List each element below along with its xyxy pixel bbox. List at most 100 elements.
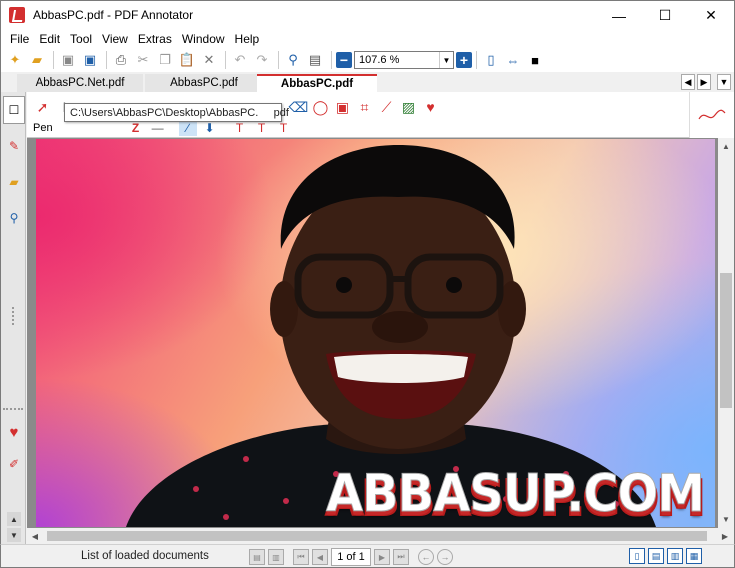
fit-page-icon[interactable]: ▯ bbox=[481, 50, 501, 70]
maximize-button[interactable]: ☐ bbox=[642, 1, 688, 30]
delete-icon[interactable]: ✕ bbox=[199, 50, 219, 70]
two-page-view-icon[interactable]: ▥ bbox=[667, 548, 683, 564]
document-tabs: AbbasPC.Net.pdf AbbasPC.pdf AbbasPC.pdf … bbox=[0, 72, 735, 92]
eraser-icon[interactable]: ⌫ bbox=[289, 97, 309, 117]
highlighter-icon[interactable]: ✐ bbox=[3, 450, 25, 478]
pen-color-icon[interactable]: Z bbox=[127, 120, 145, 136]
scroll-left-icon[interactable]: ◀ bbox=[27, 528, 43, 544]
page-thumbnail-icon[interactable]: ☐ bbox=[3, 96, 25, 124]
single-page-view-icon[interactable]: ▯ bbox=[629, 548, 645, 564]
folder-icon[interactable]: ▰ bbox=[3, 168, 25, 196]
pen-stroke-preview-icon bbox=[698, 109, 726, 120]
pen-annotation-icon[interactable]: ✎ bbox=[3, 132, 25, 160]
chevron-down-icon[interactable]: ▼ bbox=[439, 52, 453, 68]
attachment-icon[interactable]: ⚲ bbox=[3, 204, 25, 232]
save-icon[interactable]: ▣ bbox=[58, 50, 78, 70]
separator bbox=[106, 51, 107, 69]
back-icon[interactable]: ← bbox=[418, 549, 434, 565]
next-page-icon[interactable]: ▶ bbox=[374, 549, 390, 565]
crop-icon[interactable]: ⌗ bbox=[355, 97, 374, 117]
pen-label: Pen bbox=[33, 122, 53, 134]
scroll-down-icon[interactable]: ▼ bbox=[718, 511, 734, 528]
scroll-thumb[interactable] bbox=[47, 531, 707, 541]
search-binoculars-icon[interactable]: ⚲ bbox=[283, 50, 303, 70]
scroll-up-icon[interactable]: ▲ bbox=[718, 138, 734, 155]
cut-icon[interactable]: ✂ bbox=[133, 50, 153, 70]
zoom-select[interactable]: 107.6 % ▼ bbox=[354, 51, 454, 69]
title-bar: AbbasPC.pdf - PDF Annotator — ☐ ✕ bbox=[0, 0, 735, 29]
chevron-right-icon[interactable]: ▶ bbox=[697, 74, 711, 90]
document-view[interactable]: ABBASUP.COM bbox=[27, 138, 718, 528]
last-page-icon[interactable]: ⏭ bbox=[393, 549, 409, 565]
insert-image-icon[interactable]: ▨ bbox=[399, 97, 418, 117]
fullscreen-icon[interactable]: ■ bbox=[525, 50, 545, 70]
squiggly-icon[interactable]: T bbox=[253, 120, 271, 136]
zoom-out-button[interactable]: − bbox=[336, 52, 352, 68]
separator bbox=[3, 408, 23, 410]
redo-icon[interactable]: ↷ bbox=[252, 50, 272, 70]
grid-view-icon[interactable]: ▦ bbox=[686, 548, 702, 564]
menu-tool[interactable]: Tool bbox=[65, 32, 97, 46]
print-icon[interactable]: ⎙ bbox=[111, 50, 131, 70]
undo-icon[interactable]: ↶ bbox=[230, 50, 250, 70]
paste-icon[interactable]: 📋 bbox=[177, 50, 197, 70]
vertical-scrollbar[interactable]: ▲ ▼ bbox=[718, 138, 735, 528]
favorite-heart-icon[interactable]: ♥ bbox=[3, 418, 25, 446]
close-button[interactable]: ✕ bbox=[688, 1, 734, 30]
copy-icon[interactable]: ❐ bbox=[155, 50, 175, 70]
camera-icon[interactable]: ▣ bbox=[333, 97, 352, 117]
forward-icon[interactable]: → bbox=[437, 549, 453, 565]
stamp-heart-icon[interactable]: ♥ bbox=[421, 97, 440, 117]
download-icon[interactable]: ⬇ bbox=[201, 120, 219, 136]
menu-view[interactable]: View bbox=[97, 32, 133, 46]
chevron-left-icon[interactable]: ◀ bbox=[681, 74, 695, 90]
page-layout-icon[interactable]: ▤ bbox=[305, 50, 325, 70]
status-bar: List of loaded documents ▤ ▥ ⏮ ◀ 1 of 1 … bbox=[0, 544, 735, 568]
pen-preview bbox=[689, 92, 735, 138]
separator bbox=[476, 51, 477, 69]
status-text: List of loaded documents bbox=[81, 550, 209, 562]
zoom-in-button[interactable]: + bbox=[456, 52, 472, 68]
tab-abbaspc-active[interactable]: AbbasPC.pdf bbox=[257, 74, 377, 92]
document-add-icon[interactable]: ▥ bbox=[268, 549, 284, 565]
scroll-right-icon[interactable]: ▶ bbox=[717, 528, 733, 544]
minimize-button[interactable]: — bbox=[596, 1, 642, 30]
horizontal-scrollbar[interactable]: ◀ ▶ bbox=[27, 528, 735, 544]
fit-width-icon[interactable]: ⇔ bbox=[503, 50, 523, 70]
menu-edit[interactable]: Edit bbox=[34, 32, 65, 46]
scroll-thumb[interactable] bbox=[720, 273, 732, 408]
line-width-icon[interactable]: — bbox=[149, 120, 167, 136]
menu-extras[interactable]: Extras bbox=[133, 32, 177, 46]
splitter-grip[interactable] bbox=[12, 307, 16, 325]
menu-bar: File Edit Tool View Extras Window Help bbox=[0, 29, 735, 48]
freehand-pen-icon[interactable]: ∕ bbox=[178, 120, 197, 136]
watermark-text: ABBASUP.COM bbox=[326, 464, 706, 525]
page-navigation: ▤ ▥ ⏮ ◀ 1 of 1 ▶ ⏭ ← → bbox=[249, 548, 456, 566]
page-number-field[interactable]: 1 of 1 bbox=[331, 548, 371, 566]
menu-window[interactable]: Window bbox=[177, 32, 230, 46]
document-list-icon[interactable]: ▤ bbox=[249, 549, 265, 565]
continuous-view-icon[interactable]: ▤ bbox=[648, 548, 664, 564]
menu-file[interactable]: File bbox=[5, 32, 34, 46]
menu-help[interactable]: Help bbox=[230, 32, 265, 46]
left-sidebar-strip: ☐ ✎ ▰ ⚲ ♥ ✐ ▲ ▼ bbox=[0, 92, 26, 544]
underline-icon[interactable]: T bbox=[231, 120, 249, 136]
view-mode-buttons: ▯ ▤ ▥ ▦ bbox=[626, 548, 702, 564]
tab-abbaspc[interactable]: AbbasPC.pdf bbox=[145, 74, 263, 92]
separator bbox=[331, 51, 332, 69]
scroll-up-icon[interactable]: ▲ bbox=[7, 512, 21, 526]
save-as-icon[interactable]: ▣ bbox=[80, 50, 100, 70]
open-folder-icon[interactable]: ▰ bbox=[27, 50, 47, 70]
strikethrough-icon[interactable]: T bbox=[275, 120, 293, 136]
window-title: AbbasPC.pdf - PDF Annotator bbox=[33, 8, 194, 22]
lasso-icon[interactable]: ◯ bbox=[311, 97, 330, 117]
new-document-icon[interactable]: ✦ bbox=[5, 50, 25, 70]
chevron-down-icon[interactable]: ▼ bbox=[717, 74, 731, 90]
previous-page-icon[interactable]: ◀ bbox=[312, 549, 328, 565]
ruler-icon[interactable]: ⟋ bbox=[377, 97, 396, 117]
file-path-tooltip: C:\Users\AbbasPC\Desktop\AbbasPC. pdf bbox=[64, 103, 289, 122]
tab-abbaspc-net[interactable]: AbbasPC.Net.pdf bbox=[17, 74, 143, 92]
first-page-icon[interactable]: ⏮ bbox=[293, 549, 309, 565]
scroll-down-icon[interactable]: ▼ bbox=[7, 528, 21, 542]
select-pointer-icon[interactable]: ➚ bbox=[33, 97, 52, 117]
